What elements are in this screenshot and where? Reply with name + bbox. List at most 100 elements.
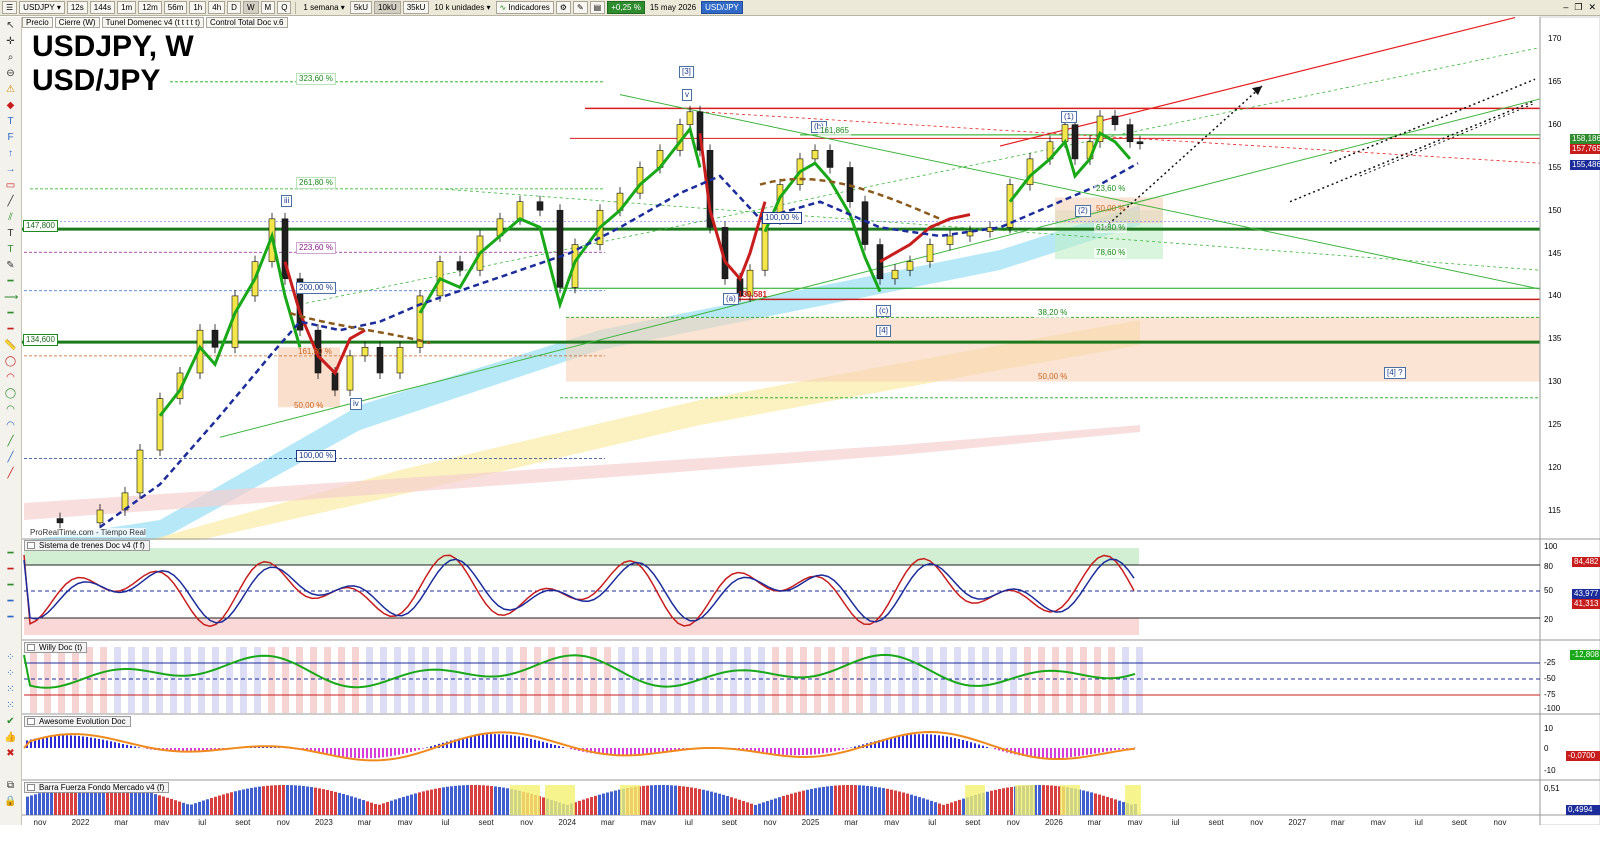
wave-label-iv[interactable]: iv [350, 398, 362, 410]
barra-bar [710, 791, 713, 815]
tick-35ku[interactable]: 35kU [402, 1, 430, 14]
pencil-icon[interactable]: ✎ [4, 259, 17, 272]
time-axis[interactable] [0, 825, 1600, 861]
ruler-icon[interactable]: 📏 [4, 339, 17, 352]
draw-icon[interactable]: ✎ [572, 1, 588, 14]
legend-control-total[interactable]: Control Total Doc v.6 [205, 17, 288, 28]
tick-10ku[interactable]: 10kU [374, 1, 401, 14]
wave-label-4-projection[interactable]: [4] ? [1384, 367, 1406, 379]
wave-icon[interactable]: ╱ [4, 451, 17, 464]
red-line-icon[interactable]: ╱ [4, 467, 17, 480]
alert-icon[interactable]: ⚠ [4, 83, 17, 96]
thumbs-up-icon[interactable]: 👍 [4, 731, 17, 744]
layout-icon[interactable]: ▤ [589, 1, 606, 14]
crosshair-icon[interactable]: ✛ [4, 35, 17, 48]
legend-cierre[interactable]: Cierre (W) [54, 17, 100, 28]
wave-label-c[interactable]: (c) [876, 305, 892, 317]
marker-icon[interactable]: ◆ [4, 99, 17, 112]
timeframe-m[interactable]: M [260, 1, 276, 14]
wave-label-v[interactable]: v [682, 89, 692, 101]
text-icon[interactable]: T [4, 115, 17, 128]
wave-label-4[interactable]: [4] [876, 325, 891, 337]
timeframe-d[interactable]: D [227, 1, 241, 14]
hline-icon[interactable]: ━ [4, 275, 17, 288]
symbol-selector[interactable]: USDJPY ▾ [19, 1, 65, 14]
wave-label-1[interactable]: (1) [1061, 111, 1077, 123]
close-icon[interactable]: ✕ [1588, 2, 1596, 13]
text-tool-icon[interactable]: T [4, 227, 17, 240]
indicators-button[interactable]: ∿ Indicadores [495, 1, 554, 14]
blue-bar-icon[interactable]: ━ [4, 595, 17, 608]
period-selector[interactable]: 1 semana ▾ [300, 3, 347, 12]
copy-icon[interactable]: ⧉ [4, 779, 17, 792]
segment-icon[interactable]: ━ [4, 323, 17, 336]
brush-icon[interactable]: ◠ [4, 419, 17, 432]
panel-pin-icon[interactable] [27, 718, 35, 725]
timeframe-w[interactable]: W [242, 1, 259, 14]
awesome-bar [906, 734, 908, 748]
timeframe-1m[interactable]: 1m [117, 1, 137, 14]
label-icon[interactable]: T [4, 243, 17, 256]
chart-canvas[interactable]: nov 2022 mar may jul sept nov 2023 mar may jul sept… [0, 0, 1600, 861]
delete-icon[interactable]: ✖ [4, 747, 17, 760]
timeframe-q[interactable]: Q [277, 1, 292, 14]
legend-precio[interactable]: Precio [22, 17, 53, 28]
willy-bar [800, 647, 807, 713]
wave-label-2[interactable]: (2) [1075, 205, 1091, 217]
settings-icon[interactable]: ⚙ [555, 1, 571, 14]
timeframe-144s[interactable]: 144s [89, 1, 116, 14]
circle-icon[interactable]: ◯ [4, 387, 17, 400]
zoom-icon[interactable]: ⌕ [4, 51, 17, 64]
rectangle-icon[interactable]: ▭ [4, 179, 17, 192]
polyline-icon[interactable]: ╱ [4, 435, 17, 448]
wave-label-3[interactable]: [3] [679, 66, 694, 78]
check-icon[interactable]: ✔ [4, 715, 17, 728]
cursor-icon[interactable]: ↖ [4, 19, 17, 32]
red-hline-icon[interactable]: ━ [4, 563, 17, 576]
ray-icon[interactable]: ⟶ [4, 291, 18, 304]
trendline-icon[interactable]: ╱ [4, 195, 17, 208]
menu-icon[interactable]: ☰ [2, 1, 18, 14]
ellipse-icon[interactable]: ◯ [4, 355, 17, 368]
timeframe-1h[interactable]: 1h [189, 1, 207, 14]
timeframe-56m[interactable]: 56m [163, 1, 188, 14]
minimize-icon[interactable]: – [1563, 2, 1568, 13]
barra-bar [290, 785, 293, 815]
panel-label-trenes[interactable]: Sistema de trenes Doc v4 (f f) [24, 540, 150, 551]
barra-bar [766, 801, 769, 815]
panel-label-awesome[interactable]: Awesome Evolution Doc [24, 716, 131, 727]
panel-pin-icon[interactable] [27, 542, 35, 549]
wave-label-iii[interactable]: iii [281, 195, 293, 207]
price-tick: 130 [1548, 377, 1562, 386]
lock-icon[interactable]: 🔒 [4, 795, 17, 808]
panel-pin-icon[interactable] [27, 784, 35, 791]
line-icon[interactable]: ━ [4, 307, 17, 320]
blue-line-icon[interactable]: ━ [4, 611, 17, 624]
barra-bar [470, 785, 473, 815]
green-bar-icon[interactable]: ━ [4, 579, 17, 592]
price-axis[interactable]: 170 165 160 155 150 145 140 135 130 125 … [1540, 29, 1600, 539]
restore-icon[interactable]: ❐ [1574, 2, 1582, 13]
pattern-icon[interactable]: ◠ [4, 403, 17, 416]
arrow-up-icon[interactable]: ↑ [4, 147, 17, 160]
fib-icon[interactable]: F [4, 131, 17, 144]
arrow-right-icon[interactable]: → [4, 163, 17, 176]
timeframe-12s[interactable]: 12s [66, 1, 88, 14]
legend-tunel[interactable]: Tunel Domenec v4 (t t t t t) [101, 17, 204, 28]
timeframe-4h[interactable]: 4h [208, 1, 226, 14]
timeframe-12m[interactable]: 12m [138, 1, 162, 14]
barra-bar [906, 793, 909, 815]
panel-pin-icon[interactable] [27, 644, 35, 651]
tick-5ku[interactable]: 5kU [349, 1, 373, 14]
scatter-icon[interactable]: ⁘ [4, 667, 17, 680]
channel-icon[interactable]: ⫽ [4, 211, 17, 224]
grid-dots-icon[interactable]: ⁙ [4, 683, 17, 696]
arc-icon[interactable]: ◠ [4, 371, 17, 384]
dots-icon[interactable]: ⁘ [4, 651, 17, 664]
panel-label-willy[interactable]: Willy Doc (t) [24, 642, 88, 653]
zoom-out-icon[interactable]: ⊖ [4, 67, 17, 80]
green-hline-icon[interactable]: ━ [4, 547, 17, 560]
units-selector[interactable]: 10 k unidades ▾ [431, 3, 493, 12]
panel-label-barra[interactable]: Barra Fuerza Fondo Mercado v4 (f) [24, 782, 170, 793]
cluster-icon[interactable]: ⁙ [4, 699, 17, 712]
